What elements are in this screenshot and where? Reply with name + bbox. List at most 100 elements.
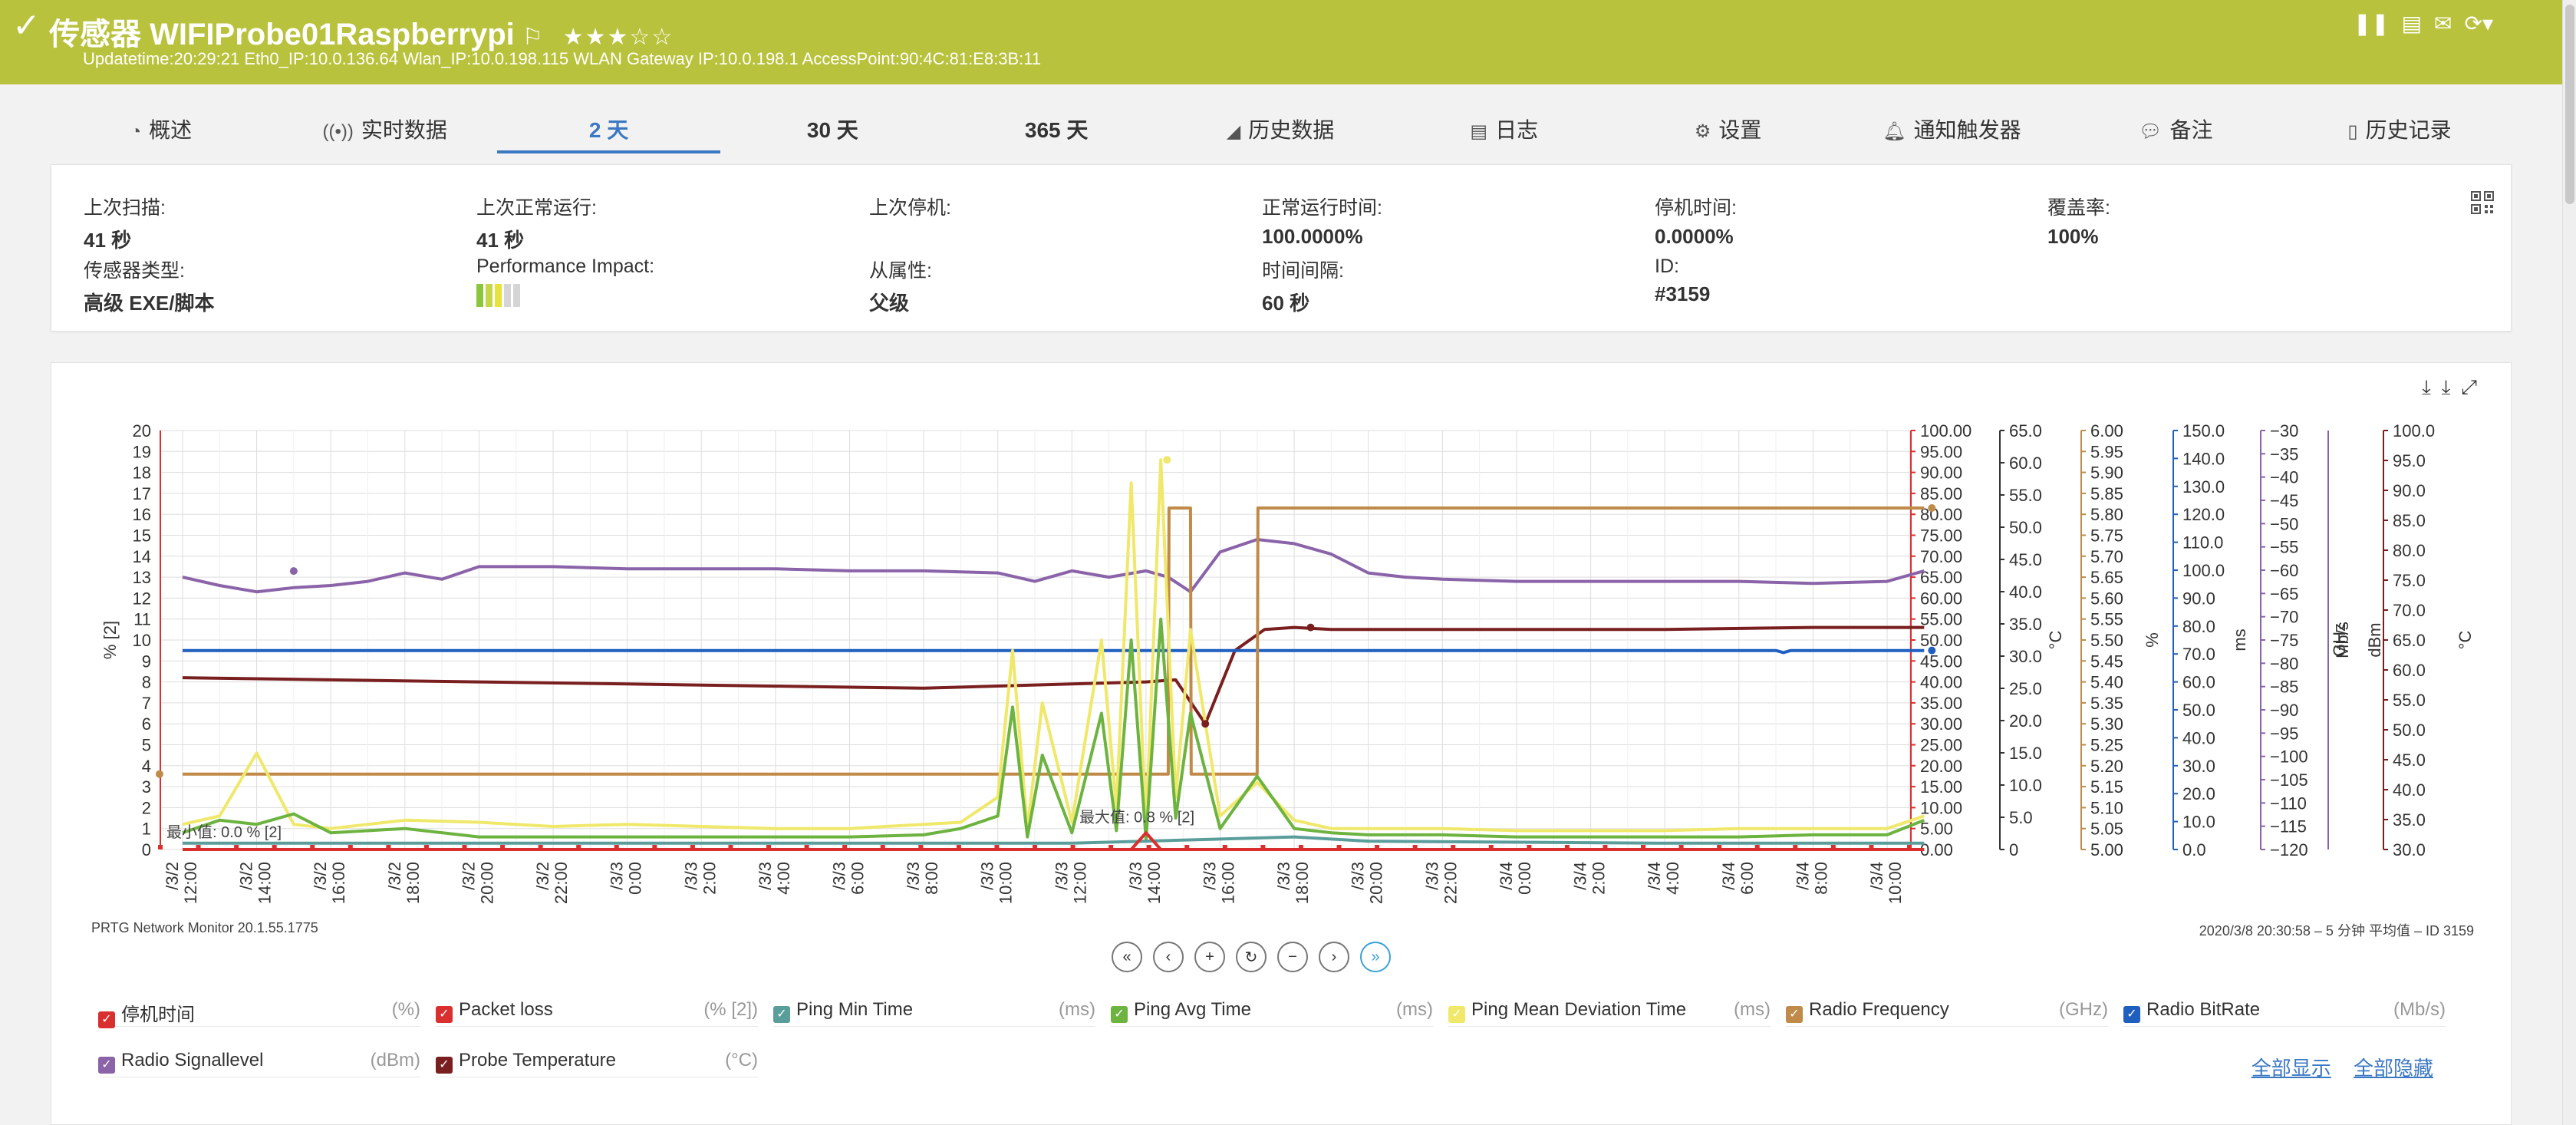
y-tick-label: 5.05 <box>2090 820 2123 839</box>
legend-checkbox[interactable]: ✓ <box>436 1057 453 1074</box>
next-page-button[interactable]: › <box>1319 942 1349 972</box>
x-tick-label: /3/3 <box>978 862 997 890</box>
prev-page-button[interactable]: ‹ <box>1153 942 1184 972</box>
y-tick-label: 5.70 <box>2090 547 2123 566</box>
legend-item-ping-min[interactable]: ✓ Ping Min Time (ms) <box>773 999 1095 1027</box>
legend-links: 全部显示 全部隐藏 <box>2235 1053 2433 1081</box>
graph-2-days: 01234567891011121314151617181920% [2]/3/… <box>100 421 2475 904</box>
x-tick-label: 18:00 <box>404 862 423 904</box>
performance-impact-bars <box>476 284 829 307</box>
y-tick-label: 20 <box>133 421 151 440</box>
tab-settings[interactable]: ⚙ 设置 <box>1616 114 1840 149</box>
legend-checkbox[interactable]: ✓ <box>436 1006 453 1023</box>
tab-notification-triggers[interactable]: 🔔︎ 通知触发器 <box>1840 114 2064 149</box>
tab-overview[interactable]: ◔ 概述 <box>49 114 273 149</box>
x-tick-label: /3/2 <box>385 862 404 890</box>
downtime-marker <box>500 845 506 850</box>
legend-checkbox[interactable]: ✓ <box>98 1057 115 1074</box>
y-tick-label: 20.0 <box>2182 784 2215 803</box>
x-tick-label: /3/3 <box>1126 862 1145 890</box>
sensor-title-text: 传感器 WIFIProbe01Raspberrypi <box>49 18 515 51</box>
downtime-marker <box>690 845 695 850</box>
legend-checkbox[interactable]: ✓ <box>773 1006 790 1023</box>
scrollbar-thumb[interactable] <box>2565 5 2574 204</box>
tab-historic-data[interactable]: ◢ 历史数据 <box>1168 114 1392 149</box>
y-tick-label: 30.00 <box>1920 714 1962 734</box>
tab-365-days[interactable]: 365 天 <box>944 114 1168 149</box>
legend-checkbox[interactable]: ✓ <box>98 1011 115 1028</box>
y-tick-label: 15.00 <box>1920 777 1962 797</box>
show-all-link[interactable]: 全部显示 <box>2252 1057 2331 1080</box>
legend-checkbox[interactable]: ✓ <box>1111 1006 1128 1023</box>
y-tick-label: −80 <box>2270 654 2298 673</box>
x-tick-label: /3/2 <box>533 862 552 890</box>
tab-comments[interactable]: 💬︎ 备注 <box>2064 114 2288 149</box>
zoom-out-button[interactable]: − <box>1277 942 1308 972</box>
pause-icon[interactable]: ❚❚ <box>2354 11 2390 36</box>
y-tick-label: −50 <box>2270 514 2298 533</box>
dependency: 从属性: 父级 <box>869 260 932 315</box>
sensor-type: 传感器类型: 高级 EXE/脚本 <box>84 260 215 315</box>
downtime-marker <box>994 845 1000 850</box>
tab-log[interactable]: ▤ 日志 <box>1392 114 1616 149</box>
tab-live-data[interactable]: ((•)) 实时数据 <box>273 114 497 149</box>
y-axis-label: % [2] <box>100 621 120 659</box>
zoom-in-button[interactable]: + <box>1194 942 1225 972</box>
y-tick-label: 10.0 <box>2182 813 2215 832</box>
downtime-marker <box>1222 845 1227 850</box>
tab-30-days[interactable]: 30 天 <box>720 114 944 149</box>
page-scrollbar[interactable] <box>2562 0 2576 1125</box>
legend-item-downtime[interactable]: ✓ 停机时间 (%) <box>98 999 420 1028</box>
last-up: 上次正常运行: 41 秒 <box>476 197 597 252</box>
legend-item-radio-bitrate[interactable]: ✓ Radio BitRate (Mb/s) <box>2123 999 2446 1027</box>
y-axis-label: Mb/s <box>2333 622 2352 658</box>
downtime-marker <box>614 845 619 850</box>
priority-stars[interactable]: ★★★☆☆ <box>563 25 674 50</box>
legend-checkbox[interactable]: ✓ <box>1786 1006 1803 1023</box>
y-tick-label: 5.10 <box>2090 798 2123 817</box>
reset-zoom-button[interactable]: ↻ <box>1236 942 1267 972</box>
x-tick-label: /3/2 <box>163 862 182 890</box>
downtime-marker <box>1451 845 1456 850</box>
downtime-marker <box>1070 845 1076 850</box>
first-page-button[interactable]: « <box>1112 942 1142 972</box>
refresh-icon[interactable]: ⟳▾ <box>2464 11 2493 36</box>
y-tick-label: −45 <box>2270 491 2298 510</box>
last-page-button[interactable]: » <box>1360 942 1391 972</box>
y-tick-label: 0.00 <box>1920 840 1953 859</box>
y-tick-label: 0 <box>142 840 151 859</box>
flag-icon[interactable]: ⚐ <box>522 25 543 50</box>
downtime-marker <box>272 845 277 850</box>
y-tick-label: 75.0 <box>2393 571 2426 590</box>
legend-item-ping-mean-deviation[interactable]: ✓ Ping Mean Deviation Time (ms) <box>1448 999 1771 1027</box>
x-tick-label: /3/3 <box>756 862 775 890</box>
x-tick-label: 14:00 <box>1145 862 1164 904</box>
x-tick-label: 8:00 <box>1811 862 1830 895</box>
report-icon[interactable]: ▤ <box>2402 11 2422 36</box>
mail-icon[interactable]: ✉ <box>2434 11 2452 36</box>
hide-all-link[interactable]: 全部隐藏 <box>2354 1057 2433 1080</box>
legend-item-radio-frequency[interactable]: ✓ Radio Frequency (GHz) <box>1786 999 2108 1027</box>
legend-item-radio-signallevel[interactable]: ✓ Radio Signallevel (dBm) <box>98 1050 420 1077</box>
downtime-marker <box>1298 845 1303 850</box>
y-tick-label: 6.00 <box>2090 421 2123 440</box>
legend-item-probe-temperature[interactable]: ✓ Probe Temperature (°C) <box>436 1050 758 1077</box>
y-tick-label: −60 <box>2270 561 2298 580</box>
downtime-marker <box>1603 845 1608 850</box>
legend-item-ping-avg[interactable]: ✓ Ping Avg Time (ms) <box>1111 999 1433 1027</box>
x-tick-label: /3/3 <box>1422 862 1441 890</box>
log-icon: ▤ <box>1470 121 1488 142</box>
y-tick-label: 16 <box>133 505 151 524</box>
legend-item-packet-loss[interactable]: ✓ Packet loss (% [2]) <box>436 999 758 1027</box>
qr-code-icon[interactable] <box>2471 191 2494 214</box>
y-tick-label: 80.0 <box>2182 617 2215 636</box>
y-tick-label: 50.0 <box>2009 518 2042 537</box>
y-tick-label: 65.00 <box>1920 568 1962 587</box>
tab-history[interactable]: ▯ 历史记录 <box>2288 114 2512 149</box>
legend-checkbox[interactable]: ✓ <box>2123 1006 2140 1023</box>
tab-2-days[interactable]: 2 天 <box>496 114 721 153</box>
y-tick-label: 5.00 <box>2090 840 2123 859</box>
legend-checkbox[interactable]: ✓ <box>1448 1006 1465 1023</box>
x-tick-label: 16:00 <box>329 862 348 904</box>
y-tick-label: 30.0 <box>2009 647 2042 666</box>
